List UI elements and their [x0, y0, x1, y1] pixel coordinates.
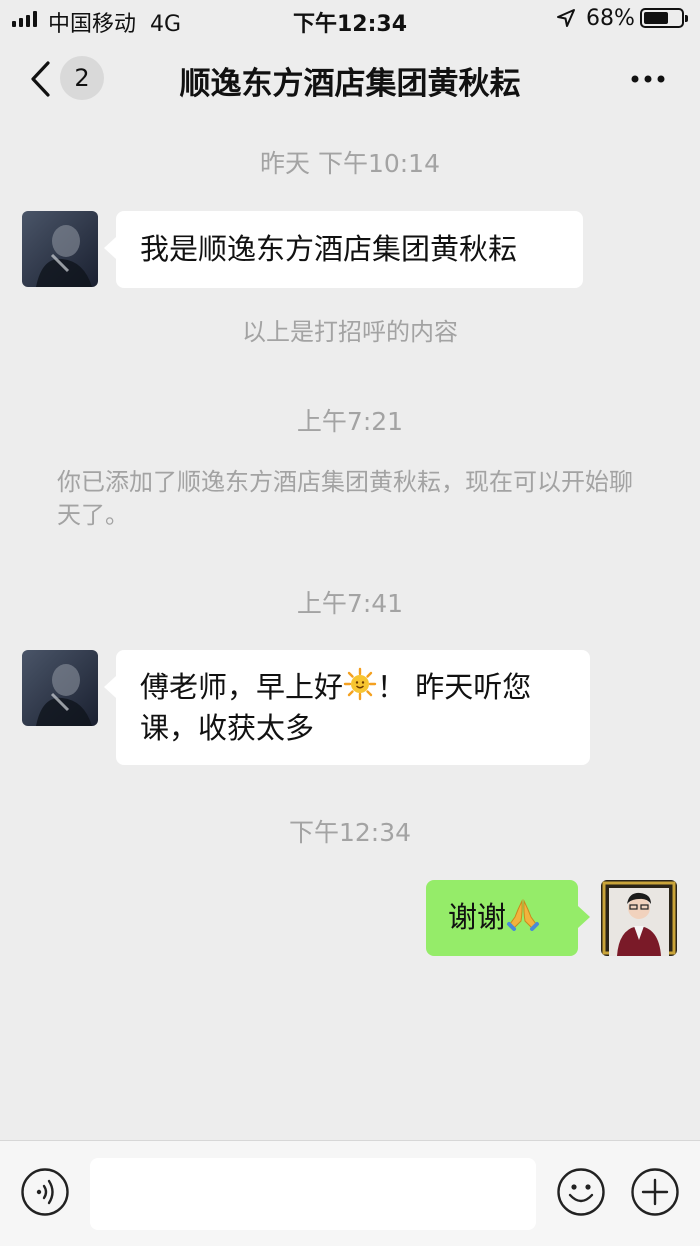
timestamp: 上午7:21: [296, 407, 404, 436]
input-bar: [0, 1140, 700, 1246]
status-bar: 中国移动 4G 下午12:34 68%: [0, 0, 700, 38]
plus-icon[interactable]: [630, 1167, 680, 1217]
timestamp: 下午12:34: [288, 818, 412, 847]
chat-title: 顺逸东方酒店集团黄秋耘: [179, 66, 521, 102]
voice-icon[interactable]: [20, 1167, 70, 1217]
received-message-bubble[interactable]: 我是顺逸东方酒店集团黄秋耘: [104, 211, 583, 288]
my-avatar[interactable]: [601, 880, 677, 956]
battery-percent: 68%: [586, 6, 635, 31]
message-text: 傅老师，早上好: [140, 670, 344, 704]
battery-icon: [640, 8, 688, 28]
message-input[interactable]: [90, 1158, 536, 1230]
system-notice: 你已添加了顺逸东方酒店集团黄秋耘，现在可以开始聊天了。: [57, 468, 633, 529]
location-arrow-icon: [557, 9, 575, 27]
contact-avatar[interactable]: [22, 650, 98, 726]
message-text: 谢谢: [448, 900, 507, 934]
received-message-bubble[interactable]: 傅老师，早上好 ！ 昨天听您课，收获太多: [104, 650, 590, 765]
emoji-face-icon[interactable]: [556, 1167, 606, 1217]
sun-emoji-icon: [343, 667, 377, 701]
timestamp: 上午7:41: [296, 589, 404, 618]
system-notice: 以上是打招呼的内容: [242, 318, 458, 346]
contact-avatar[interactable]: [22, 211, 98, 287]
more-icon[interactable]: [630, 74, 666, 84]
sent-message-bubble[interactable]: 谢谢: [426, 880, 590, 956]
timestamp: 昨天 下午10:14: [260, 149, 440, 178]
message-text: 我是顺逸东方酒店集团黄秋耘: [140, 232, 518, 266]
pray-emoji-icon: [507, 899, 540, 931]
chat-header: 2 顺逸东方酒店集团黄秋耘: [0, 38, 700, 122]
